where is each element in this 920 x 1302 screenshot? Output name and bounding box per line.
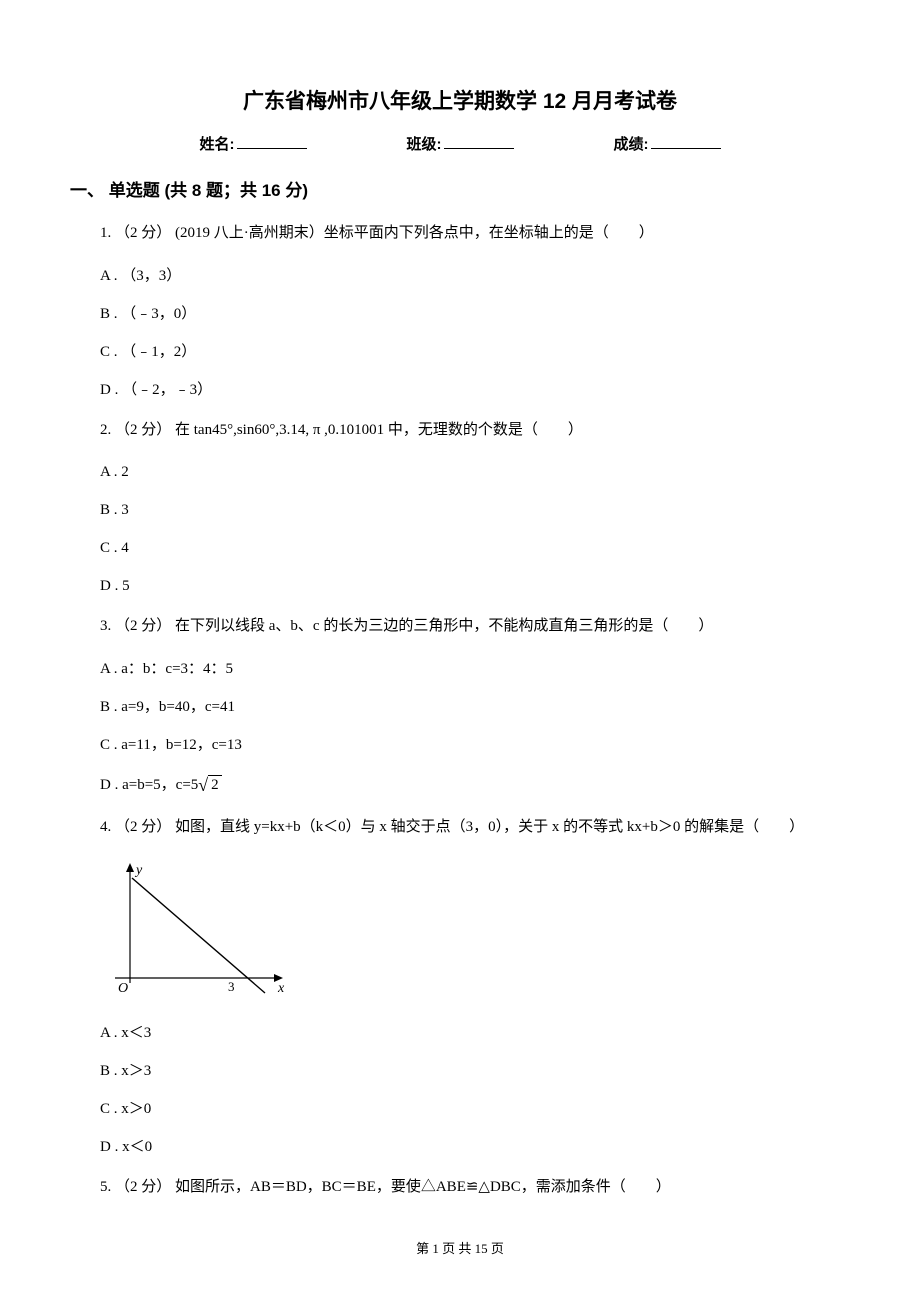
class-label: 班级: [407, 133, 442, 154]
page-title: 广东省梅州市八年级上学期数学 12 月月考试卷 [70, 85, 850, 115]
q4-stem: 4. （2 分） 如图，直线 y=kx+b（k＜0）与 x 轴交于点（3，0），… [100, 813, 850, 842]
page-footer: 第 1 页 共 15 页 [0, 1238, 920, 1257]
xtick-3: 3 [228, 979, 235, 994]
q4-option-b: B . x＞3 [100, 1059, 850, 1083]
class-field: 班级: [407, 133, 514, 154]
origin-label: O [118, 981, 128, 996]
name-label: 姓名: [200, 133, 235, 154]
q3-d-prefix: D . a=b=5，c=5 [100, 776, 198, 792]
class-blank[interactable] [444, 148, 514, 149]
q5-stem: 5. （2 分） 如图所示，AB＝BD，BC＝BE，要使△ABE≌△DBC，需添… [100, 1173, 850, 1202]
q3-d-sqrt-arg: 2 [208, 775, 222, 794]
q2-option-b: B . 3 [100, 498, 850, 522]
score-label: 成绩: [614, 133, 649, 154]
q2-option-d: D . 5 [100, 574, 850, 598]
name-field: 姓名: [200, 133, 307, 154]
q1-stem: 1. （2 分） (2019 八上·高州期末）坐标平面内下列各点中，在坐标轴上的… [100, 219, 850, 248]
q2-option-c: C . 4 [100, 536, 850, 560]
q1-option-a: A . （3，3） [100, 264, 850, 288]
q3-option-c: C . a=11，b=12，c=13 [100, 733, 850, 757]
q2-option-a: A . 2 [100, 460, 850, 484]
q3-option-b: B . a=9，b=40，c=41 [100, 695, 850, 719]
q4-option-c: C . x＞0 [100, 1097, 850, 1121]
score-field: 成绩: [614, 133, 721, 154]
q3-stem: 3. （2 分） 在下列以线段 a、b、c 的长为三边的三角形中，不能构成直角三… [100, 612, 850, 641]
q4-figure: y x O 3 [100, 858, 850, 1003]
name-blank[interactable] [237, 148, 307, 149]
q4-option-a: A . x＜3 [100, 1021, 850, 1045]
q3-option-d: D . a=b=5，c=5√2 [100, 771, 850, 800]
student-info-row: 姓名: 班级: 成绩: [70, 133, 850, 154]
q1-option-d: D . （﹣2，﹣3） [100, 378, 850, 402]
q1-option-c: C . （﹣1，2） [100, 340, 850, 364]
axis-x-label: x [277, 981, 285, 996]
q4-option-d: D . x＜0 [100, 1135, 850, 1159]
score-blank[interactable] [651, 148, 721, 149]
section-heading: 一、 单选题 (共 8 题；共 16 分) [70, 176, 850, 201]
q2-stem: 2. （2 分） 在 tan45°,sin60°,3.14, π ,0.1010… [100, 416, 850, 445]
sqrt-icon: √2 [198, 771, 221, 800]
axis-y-label: y [134, 863, 143, 878]
q1-option-b: B . （﹣3，0） [100, 302, 850, 326]
q3-option-a: A . a：b：c=3：4：5 [100, 657, 850, 681]
